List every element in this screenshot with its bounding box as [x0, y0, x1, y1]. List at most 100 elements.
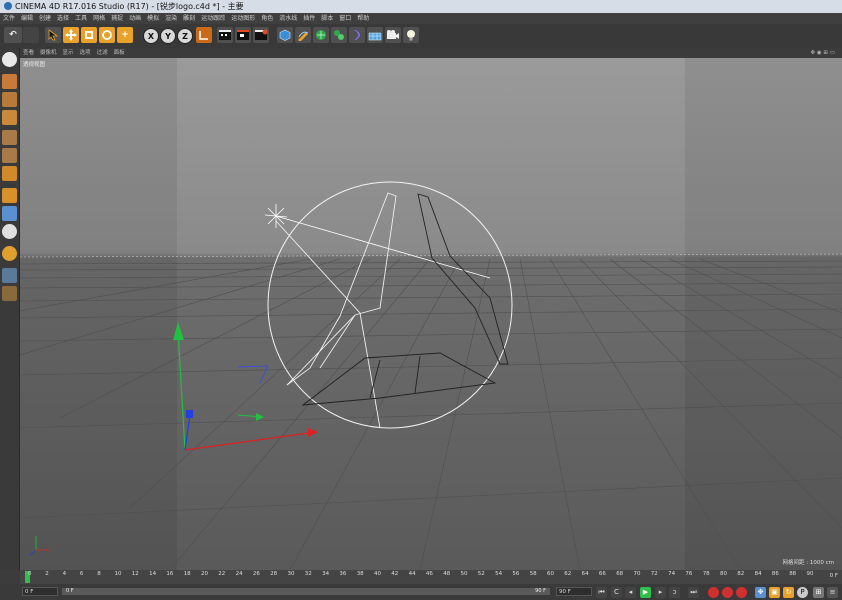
previous-key-icon[interactable]: C [611, 587, 622, 598]
viewport-menu-filter[interactable]: 过滤 [94, 48, 111, 58]
timeline-tick-label: 16 [166, 571, 174, 577]
subdivision-icon[interactable] [313, 27, 329, 43]
planar-workplane-icon[interactable] [2, 286, 17, 301]
scale-icon[interactable] [81, 27, 97, 43]
timeline-tick-label: 30 [287, 571, 295, 577]
menu-animate[interactable]: 动画 [126, 13, 144, 24]
menu-character[interactable]: 角色 [258, 13, 276, 24]
camera-icon[interactable] [385, 27, 401, 43]
render-picture-queue-icon[interactable] [235, 27, 251, 43]
go-to-end-icon[interactable]: ⏭ [688, 587, 699, 598]
autokey-icon[interactable] [722, 587, 733, 598]
menu-plugins[interactable]: 插件 [300, 13, 318, 24]
menu-render[interactable]: 渲染 [162, 13, 180, 24]
go-to-start-icon[interactable]: ⏮ [596, 587, 607, 598]
workplane-icon[interactable] [2, 268, 17, 283]
axis-mode-icon[interactable] [2, 188, 17, 203]
safe-frame-left [20, 58, 177, 570]
frame-range-slider[interactable]: 0 F 90 F [62, 588, 550, 595]
menu-simulate[interactable]: 模拟 [144, 13, 162, 24]
floor-icon[interactable] [367, 27, 383, 43]
next-key-icon[interactable]: ↄ [669, 587, 680, 598]
menu-script[interactable]: 脚本 [318, 13, 336, 24]
timeline-tick-label: 36 [339, 571, 347, 577]
tweak-mode-icon[interactable] [2, 206, 17, 221]
timeline-tick-label: 34 [322, 571, 330, 577]
menu-tools[interactable]: 工具 [72, 13, 90, 24]
menu-edit[interactable]: 编辑 [18, 13, 36, 24]
deformer-icon[interactable] [349, 27, 365, 43]
menu-mesh[interactable]: 网格 [90, 13, 108, 24]
viewport-menu-options[interactable]: 选项 [77, 48, 94, 58]
viewport-nav-icons[interactable]: ✥ ◉ ⊞ ▭ [808, 48, 838, 58]
cube-icon[interactable] [277, 27, 293, 43]
menu-create[interactable]: 创建 [36, 13, 54, 24]
timeline-tick-label: 82 [737, 571, 745, 577]
edit-render-settings-icon[interactable] [253, 27, 269, 43]
viewport-menu-view[interactable]: 查看 [20, 48, 37, 58]
model-mode-icon[interactable] [2, 74, 17, 89]
make-editable-icon[interactable] [2, 52, 17, 67]
menu-window[interactable]: 窗口 [336, 13, 354, 24]
next-frame-icon[interactable]: ▸ [655, 587, 666, 598]
key-rotation-icon[interactable]: ↻ [783, 587, 794, 598]
timeline-menu-icon[interactable]: ≡ [827, 587, 838, 598]
menu-select[interactable]: 选择 [54, 13, 72, 24]
snap-icon[interactable] [2, 224, 17, 239]
texture-mode-icon[interactable] [2, 92, 17, 107]
polygons-mode-icon[interactable] [2, 166, 17, 181]
redo-icon[interactable] [23, 27, 39, 43]
timeline-tick-label: 4 [62, 571, 67, 577]
x-axis-icon[interactable]: X [143, 28, 159, 44]
light-icon[interactable] [403, 27, 419, 43]
move-icon[interactable] [63, 27, 79, 43]
viewport-menu-cameras[interactable]: 摄像机 [37, 48, 60, 58]
menu-bar: 文件 编辑 创建 选择 工具 网格 捕捉 动画 模拟 渲染 雕刻 运动跟踪 运动图形 角色 流水线 插件 脚本窗… [0, 13, 842, 24]
menu-help[interactable]: 帮助 [354, 13, 372, 24]
viewport-scene [20, 58, 842, 570]
record-icon[interactable] [708, 587, 719, 598]
add-icon[interactable]: + [117, 27, 133, 43]
timeline-tick-label: 42 [391, 571, 399, 577]
timeline-tick-label: 84 [754, 571, 762, 577]
menu-sculpt[interactable]: 雕刻 [180, 13, 198, 24]
menu-file[interactable]: 文件 [0, 13, 18, 24]
lock-workplane-icon[interactable] [2, 246, 17, 261]
menu-mograph[interactable]: 运动图形 [228, 13, 258, 24]
render-view-icon[interactable] [217, 27, 233, 43]
menu-motion-tracker[interactable]: 运动跟踪 [198, 13, 228, 24]
pen-spline-icon[interactable] [295, 27, 311, 43]
menu-snap[interactable]: 捕捉 [108, 13, 126, 24]
timeline-tick-label: 44 [408, 571, 416, 577]
viewport-menu-panel[interactable]: 面板 [111, 48, 128, 58]
timeline-tick-label: 86 [771, 571, 779, 577]
coordinate-system-icon[interactable] [196, 27, 212, 43]
end-frame-field[interactable]: 90 F [556, 587, 592, 596]
points-mode-icon[interactable] [2, 130, 17, 145]
timeline-tick-label: 20 [201, 571, 208, 577]
z-axis-icon[interactable]: Z [177, 28, 193, 44]
key-pla-icon[interactable]: ⊞ [813, 587, 824, 598]
timeline-tick-label: 0 [28, 571, 32, 577]
key-parameter-icon[interactable]: P [797, 587, 808, 598]
keyframe-selection-icon[interactable] [736, 587, 747, 598]
select-cursor-icon[interactable] [45, 27, 61, 43]
viewport-menu-display[interactable]: 显示 [60, 48, 77, 58]
perspective-viewport[interactable]: 透视视图 网格间距 : 1000 cm [20, 58, 842, 570]
timeline-tick-label: 50 [460, 571, 468, 577]
timeline-ruler[interactable]: 0 2 4 6 8 10 12 14 16 18 20 22 24 26 28 30 32 34 36 38 40 42 4… [20, 570, 842, 584]
workplane-mode-icon[interactable] [2, 110, 17, 125]
previous-frame-icon[interactable]: ◂ [625, 587, 636, 598]
undo-icon[interactable]: ↶ [4, 27, 22, 43]
timeline-tick-label: 72 [650, 571, 658, 577]
play-icon[interactable]: ▶ [640, 587, 651, 598]
key-scale-icon[interactable]: ▣ [769, 587, 780, 598]
rotate-icon[interactable] [99, 27, 115, 43]
menu-pipeline[interactable]: 流水线 [276, 13, 300, 24]
cloner-icon[interactable] [331, 27, 347, 43]
key-position-icon[interactable]: ✥ [755, 587, 766, 598]
y-axis-icon[interactable]: Y [160, 28, 176, 44]
edges-mode-icon[interactable] [2, 148, 17, 163]
timeline-tick-label: 48 [443, 571, 451, 577]
start-frame-field[interactable]: 0 F [22, 587, 58, 596]
